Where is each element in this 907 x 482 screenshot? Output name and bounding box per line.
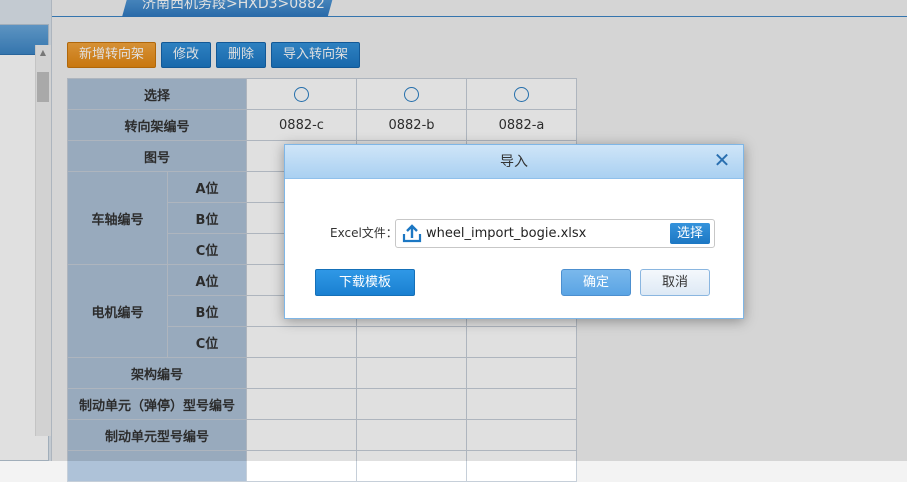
- close-icon[interactable]: ✕: [713, 150, 731, 170]
- excel-file-label: Excel文件：: [330, 226, 398, 240]
- upload-icon: [402, 224, 422, 243]
- dialog-header: 导入 ✕: [285, 145, 743, 179]
- file-input[interactable]: wheel_import_bogie.xlsx 选择: [395, 219, 715, 248]
- dialog-title: 导入: [500, 154, 528, 170]
- file-name: wheel_import_bogie.xlsx: [426, 226, 587, 241]
- cancel-button[interactable]: 取消: [640, 269, 710, 296]
- download-template-button[interactable]: 下载模板: [315, 269, 415, 296]
- choose-file-button[interactable]: 选择: [669, 223, 710, 244]
- import-dialog: 导入 ✕ Excel文件： wheel_import_bogie.xlsx 选择…: [284, 144, 744, 319]
- confirm-button[interactable]: 确定: [561, 269, 631, 296]
